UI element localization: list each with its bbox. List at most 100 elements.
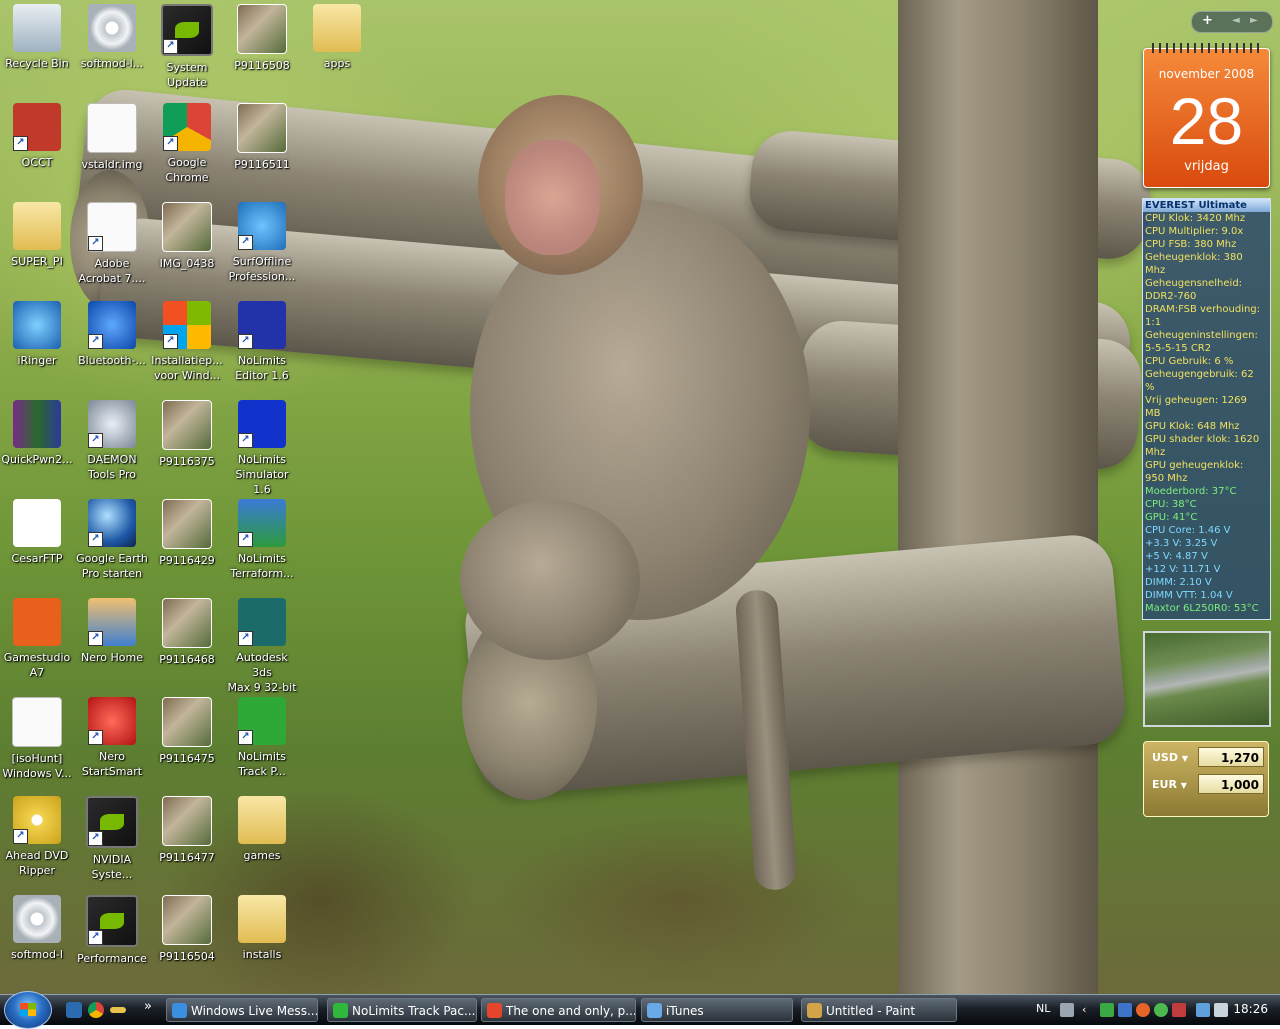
desktop-icon[interactable]: P9116508 <box>225 2 299 98</box>
messenger-tray-icon[interactable] <box>1154 1003 1168 1017</box>
tray-expand-icon[interactable]: ‹ <box>1082 1003 1096 1017</box>
desktop-icon[interactable]: [isoHunt] Windows V... <box>0 695 74 791</box>
add-gadget-button[interactable]: + <box>1202 13 1213 28</box>
prev-gadget-page-button[interactable]: ◄ <box>1232 15 1240 26</box>
shortcut-arrow-icon: ↗ <box>88 433 103 448</box>
desktop-icon-label: P9116468 <box>159 653 215 666</box>
desktop-icon[interactable]: ↗ Google Earth Pro starten <box>75 497 149 593</box>
keyboard-icon[interactable] <box>1060 1003 1074 1017</box>
desktop-icon-label: OCCT <box>21 156 53 169</box>
shortcut-arrow-icon: ↗ <box>13 829 28 844</box>
desktop-icon[interactable]: P9116429 <box>150 497 224 593</box>
desktop[interactable]: Recycle Bin softmod-l... ↗ System Update P91… <box>0 0 1280 994</box>
3ds-max-icon: ↗ <box>238 598 286 646</box>
taskbar-button[interactable]: iTunes <box>641 998 793 1022</box>
desktop-icon[interactable]: P9116477 <box>150 794 224 890</box>
desktop-icon-label: QuickPwn2... <box>1 453 73 466</box>
desktop-icon[interactable]: P9116475 <box>150 695 224 791</box>
taskbar-button[interactable]: Untitled - Paint <box>801 998 957 1022</box>
taskbar-button-label: Windows Live Mess... <box>191 1004 318 1018</box>
desktop-icon[interactable]: apps <box>300 2 374 98</box>
desktop-icon[interactable]: ↗ NoLimits Simulator 1.6 <box>225 398 299 496</box>
shortcut-arrow-icon: ↗ <box>238 433 253 448</box>
desktop-icon[interactable]: ↗ System Update <box>150 2 224 98</box>
desktop-icon[interactable]: Recycle Bin <box>0 2 74 98</box>
start-button[interactable] <box>4 991 52 1029</box>
network-status-icon[interactable] <box>1118 1003 1132 1017</box>
desktop-icon[interactable]: ↗ NVIDIA Syste... <box>75 794 149 890</box>
volume-icon[interactable] <box>1214 1003 1228 1017</box>
desktop-icon[interactable]: ↗ Ahead DVD Ripper <box>0 794 74 890</box>
currency-gadget[interactable]: USD ▼ 1,270 EUR ▼ 1,000 <box>1143 741 1269 817</box>
everest-reading: Geheugeninstellingen: <box>1145 330 1258 341</box>
app-icon <box>172 1003 187 1018</box>
desktop-icon[interactable]: ↗ Performance <box>75 893 149 989</box>
desktop-icon[interactable]: ↗ NoLimits Track P... <box>225 695 299 791</box>
acrobat-icon: ↗ <box>87 202 137 252</box>
desktop-icon[interactable]: P9116504 <box>150 893 224 989</box>
desktop-icon[interactable]: ↗ Nero Home <box>75 596 149 692</box>
shortcut-arrow-icon: ↗ <box>238 631 253 646</box>
currency-code[interactable]: EUR ▼ <box>1152 778 1187 791</box>
system-tray: NL ‹ 18:26 <box>1030 995 1280 1025</box>
everest-reading: Vrij geheugen: 1269 <box>1145 395 1247 406</box>
currency-value[interactable]: 1,270 <box>1198 747 1264 767</box>
desktop-icon[interactable]: ↗ SurfOffline Profession... <box>225 200 299 296</box>
desktop-icon-label: Nero StartSmart <box>81 750 143 778</box>
desktop-icon[interactable]: ↗ Bluetooth-... <box>75 299 149 395</box>
desktop-icon[interactable]: ↗ Google Chrome <box>150 101 224 197</box>
desktop-icon[interactable]: P9116375 <box>150 398 224 494</box>
desktop-icon[interactable]: QuickPwn2... <box>0 398 74 494</box>
currency-value[interactable]: 1,000 <box>1198 774 1264 794</box>
chrome-icon[interactable] <box>88 1002 104 1018</box>
desktop-icon[interactable]: ↗ Adobe Acrobat 7.... <box>75 200 149 296</box>
desktop-icon-label: NVIDIA Syste... <box>91 853 133 881</box>
desktop-icon[interactable]: ↗ Nero StartSmart <box>75 695 149 791</box>
desktop-icon-label: P9116375 <box>159 455 215 468</box>
chevron-down-icon[interactable]: ▼ <box>1181 781 1187 790</box>
desktop-icon[interactable]: ↗ DAEMON Tools Pro <box>75 398 149 494</box>
desktop-icon-label: apps <box>323 57 351 70</box>
nolimits-tray-icon[interactable] <box>1100 1003 1114 1017</box>
show-desktop-icon[interactable] <box>66 1002 82 1018</box>
next-gadget-page-button[interactable]: ► <box>1250 15 1258 26</box>
desktop-icon[interactable]: CesarFTP <box>0 497 74 593</box>
calendar-gadget[interactable]: november 2008 28 vrijdag <box>1143 43 1270 188</box>
nolimits-editor-icon: ↗ <box>238 301 286 349</box>
key-icon[interactable] <box>110 1007 126 1013</box>
slideshow-gadget[interactable] <box>1143 631 1271 727</box>
desktop-icon[interactable]: softmod-l... <box>75 2 149 98</box>
currency-code[interactable]: USD ▼ <box>1152 751 1188 764</box>
globe-icon: ↗ <box>238 202 286 250</box>
taskbar-button[interactable]: Windows Live Mess... <box>166 998 318 1022</box>
taskbar-button[interactable]: The one and only, p... <box>481 998 636 1022</box>
skype-icon[interactable] <box>1136 1003 1150 1017</box>
desktop-icon[interactable]: softmod-l <box>0 893 74 989</box>
network-icon[interactable] <box>1196 1003 1210 1017</box>
desktop-icon[interactable]: ↗ NoLimits Editor 1.6 <box>225 299 299 395</box>
everest-title: EVEREST Ultimate <box>1143 199 1270 212</box>
desktop-icon[interactable]: Gamestudio A7 <box>0 596 74 692</box>
desktop-icon[interactable]: vstaldr.img <box>75 101 149 197</box>
desktop-icon[interactable]: ↗ OCCT <box>0 101 74 197</box>
quicklaunch-more-button[interactable]: » <box>144 999 152 1014</box>
language-indicator[interactable]: NL <box>1036 1002 1050 1015</box>
desktop-icon-label: Gamestudio A7 <box>3 651 71 679</box>
desktop-icon[interactable]: P9116511 <box>225 101 299 197</box>
security-icon[interactable] <box>1172 1003 1186 1017</box>
chevron-down-icon[interactable]: ▼ <box>1182 754 1188 763</box>
desktop-icon[interactable]: games <box>225 794 299 890</box>
desktop-icon[interactable]: ↗ NoLimits Terraform... <box>225 497 299 593</box>
desktop-icon[interactable]: installs <box>225 893 299 989</box>
desktop-icon-label: Ahead DVD Ripper <box>5 849 69 877</box>
everest-reading: GPU: 41°C <box>1145 512 1198 523</box>
desktop-icon[interactable]: IMG_0438 <box>150 200 224 296</box>
clock[interactable]: 18:26 <box>1233 1002 1268 1016</box>
desktop-icon[interactable]: ↗ Autodesk 3ds Max 9 32-bit <box>225 596 299 694</box>
desktop-icon[interactable]: P9116468 <box>150 596 224 692</box>
everest-gadget[interactable]: EVEREST Ultimate CPU Klok: 3420 Mhz CPU M… <box>1142 198 1271 620</box>
taskbar-button[interactable]: NoLimits Track Pac... <box>327 998 477 1022</box>
desktop-icon[interactable]: ↗ Installatiep... voor Wind... <box>150 299 224 395</box>
desktop-icon[interactable]: iRinger <box>0 299 74 395</box>
desktop-icon[interactable]: SUPER_PI <box>0 200 74 296</box>
